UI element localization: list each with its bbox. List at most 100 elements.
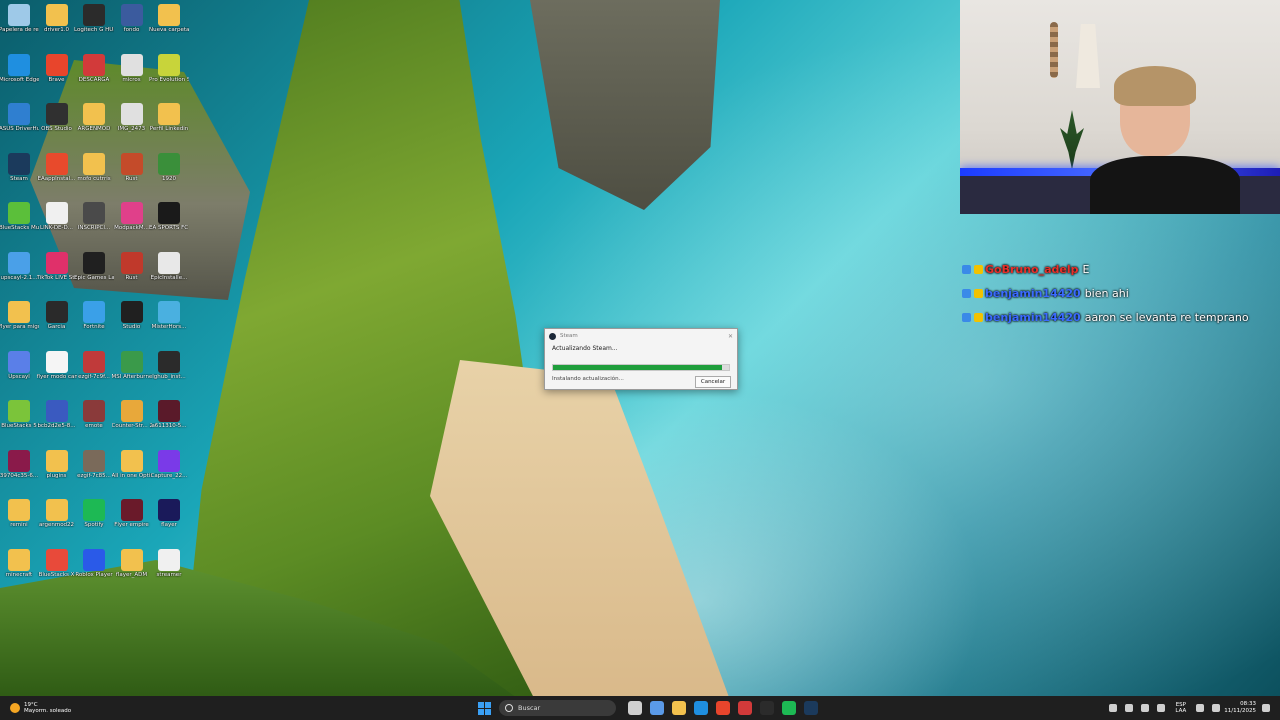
desktop-icon[interactable]: Rust — [113, 152, 151, 199]
weather-widget[interactable]: 19°C Mayorm. soleado — [10, 702, 71, 715]
desktop-icon[interactable]: flayer — [150, 499, 188, 545]
desktop-icon[interactable]: argenmod22 — [38, 499, 76, 545]
desktop-icon[interactable]: ARGENMOD — [75, 103, 113, 149]
app-icon — [83, 548, 105, 571]
desktop-icon[interactable]: ezgif-7c9f... — [75, 350, 113, 397]
desktop-icon[interactable]: ModpackM... — [113, 202, 151, 248]
widgets-icon[interactable] — [650, 701, 664, 715]
desktop-icon[interactable]: Rust — [113, 251, 151, 298]
media-icon[interactable] — [738, 701, 752, 715]
network-icon[interactable] — [1196, 704, 1205, 712]
ghub-icon[interactable] — [760, 701, 774, 715]
desktop-icon[interactable]: Fortnite — [75, 301, 113, 347]
desktop-icon[interactable]: Studio — [113, 301, 151, 347]
desktop-icon[interactable]: Perfil Linkedin — [150, 103, 188, 149]
desktop-icon[interactable]: flyer para miguel — [0, 301, 39, 347]
desktop-icon[interactable]: Microsoft Edge — [0, 53, 39, 100]
microphone-icon[interactable] — [1157, 704, 1166, 712]
desktop-icon[interactable]: INSCRIPCI... — [75, 202, 113, 248]
desktop-icon[interactable]: remini — [0, 499, 38, 545]
desktop-icon[interactable]: Roblox Player — [75, 548, 113, 595]
desktop-icon[interactable]: Logitech G HUB — [74, 4, 114, 50]
desktop-icon[interactable]: streamer — [150, 548, 188, 595]
desktop-icon[interactable]: Epic Games Launcher — [74, 251, 114, 298]
chat-username[interactable]: benjamin14420 — [985, 311, 1081, 324]
app-icon — [45, 449, 68, 472]
desktop-icon[interactable]: flayer_ADM — [113, 548, 151, 595]
desktop-icon[interactable]: OBS Studio — [38, 103, 76, 149]
desktop-icon[interactable]: driver1.0 — [38, 4, 76, 50]
steam-icon[interactable] — [804, 701, 818, 715]
app-icon — [45, 548, 68, 571]
desktop-icon[interactable]: BlueStacks 5 — [0, 400, 38, 446]
desktop-icon[interactable]: bcb2d2e5-8... — [37, 400, 76, 446]
desktop-icon[interactable]: BlueStacks Multi-Insta... — [0, 202, 39, 248]
desktop-icon[interactable]: fondo — [113, 4, 151, 50]
desktop-icon[interactable]: a611310-5... — [150, 400, 188, 446]
edge-icon[interactable] — [694, 701, 708, 715]
desktop-icon-label: flayer_ADM — [115, 571, 148, 578]
desktop-icon[interactable]: 39704c35-6... — [0, 449, 38, 496]
chat-message: benjamin14420 aaron se levanta re tempran… — [962, 305, 1280, 329]
desktop-icon[interactable]: BlueStacks X — [38, 548, 76, 595]
app-icon — [83, 4, 105, 26]
desktop-icon[interactable]: mofo cutrris — [75, 152, 113, 199]
task-view-icon[interactable] — [628, 701, 642, 715]
dialog-titlebar[interactable]: Steam ✕ — [545, 329, 737, 343]
desktop-icon[interactable]: EpicInstalle... — [150, 251, 188, 298]
desktop-icon[interactable]: 1920 — [150, 152, 188, 199]
desktop-icon[interactable]: DESCARGA — [75, 53, 113, 100]
desktop-icon[interactable]: LINK-DE-D... — [38, 202, 76, 248]
desktop-icon[interactable]: emote — [75, 400, 113, 446]
desktop-icon[interactable]: lghub_inst... — [150, 350, 188, 397]
desktop-icon[interactable]: Counter-Str... 2 — [112, 400, 152, 446]
desktop-icon[interactable]: Nueva carpeta — [149, 4, 189, 50]
desktop-icon[interactable]: IMG_2473 — [113, 103, 151, 149]
desktop-icon[interactable]: MSI Afterburner — [112, 350, 152, 397]
desktop-icon[interactable]: Garcia — [38, 301, 76, 347]
desktop-icon[interactable]: Spotify — [75, 499, 113, 545]
desktop-icon[interactable]: minecraft — [0, 548, 38, 595]
close-icon[interactable]: ✕ — [728, 333, 733, 340]
desktop-icon[interactable]: All in one Optimizer — [112, 449, 152, 496]
desktop-icon[interactable]: upscayl-2.1... — [0, 251, 38, 298]
desktop-icon[interactable]: ezgif-7c85... — [75, 449, 113, 496]
file-explorer-icon[interactable] — [672, 701, 686, 715]
desktop-icon[interactable]: flyer modo camera — [37, 350, 77, 397]
badge-icon — [974, 312, 983, 322]
desktop-icon[interactable]: MisterHors... — [150, 301, 188, 347]
desktop-icon[interactable]: Upscayl — [0, 350, 38, 397]
volume-icon[interactable] — [1212, 704, 1221, 712]
spotify-icon[interactable] — [782, 701, 796, 715]
desktop-icon[interactable]: micros — [113, 53, 151, 100]
chat-username[interactable]: benjamin14420 — [985, 287, 1081, 300]
desktop-icon[interactable]: EA SPORTS FC 25 — [149, 202, 189, 248]
start-button[interactable] — [478, 701, 491, 715]
language-indicator[interactable]: ESP LAA — [1175, 702, 1186, 714]
brave-icon[interactable] — [716, 701, 730, 715]
chevron-up-icon[interactable] — [1109, 704, 1118, 712]
chat-username[interactable]: GoBruno_adelp — [985, 263, 1079, 276]
desktop-icon-label: Upscayl — [8, 373, 30, 380]
desktop-icon[interactable]: ASUS DriverHub — [0, 103, 39, 149]
desktop-icon-label: micros — [122, 76, 141, 83]
tray-app-icon[interactable] — [1125, 704, 1134, 712]
desktop-icon[interactable]: Pro Evolution Soccer — [149, 53, 189, 100]
notification-icon[interactable] — [1262, 704, 1270, 712]
desktop-icon[interactable]: Capture_22... — [150, 449, 188, 496]
desktop-icon[interactable]: Steam — [0, 152, 38, 199]
desktop-icon-label: Capture_22... — [150, 472, 188, 479]
search-box[interactable]: Buscar — [499, 700, 616, 716]
app-icon — [83, 449, 105, 472]
desktop-icon[interactable]: Brave — [38, 53, 76, 100]
desktop-icon[interactable]: Flyer empire — [113, 499, 151, 545]
desktop-icon[interactable]: EAappInstal... — [37, 152, 76, 199]
clock[interactable]: 08:33 11/11/2025 — [1224, 701, 1256, 715]
desktop-icon-label: EAappInstal... — [37, 175, 76, 182]
tray-app-icon[interactable] — [1141, 704, 1150, 712]
desktop-icon[interactable]: TikTok LIVE Studio — [37, 251, 77, 298]
desktop-icon[interactable]: Papelera de reciclaje — [0, 4, 39, 50]
app-icon — [8, 4, 30, 26]
cancel-button[interactable]: Cancelar — [695, 376, 731, 388]
desktop-icon[interactable]: plugins — [38, 449, 76, 496]
